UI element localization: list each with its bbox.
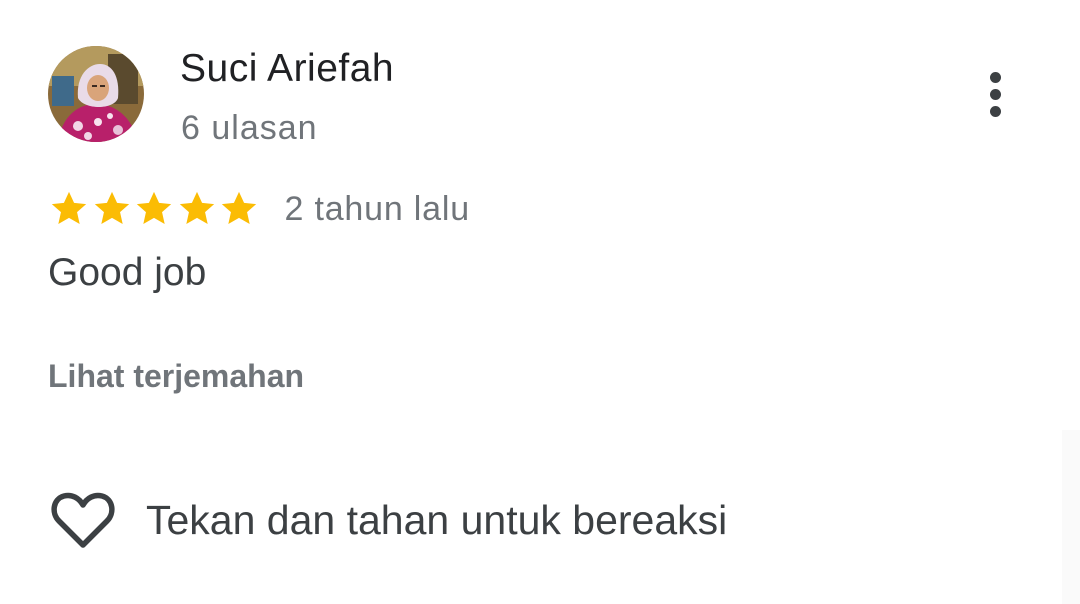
- author-name[interactable]: Suci Ariefah: [180, 46, 394, 92]
- review-text: Good job: [48, 251, 207, 294]
- rating-row: 2 tahun lalu: [48, 186, 470, 232]
- avatar-photo-icon: [48, 46, 144, 142]
- star-icon: [221, 191, 257, 225]
- author-avatar[interactable]: [48, 46, 144, 142]
- more-options-button[interactable]: [970, 66, 1022, 122]
- star-rating: [48, 188, 261, 230]
- star-icon: [94, 191, 129, 225]
- react-button[interactable]: Tekan dan tahan untuk bereaksi: [50, 488, 727, 552]
- react-label: Tekan dan tahan untuk bereaksi: [146, 497, 728, 543]
- review-card: Suci Ariefah 6 ulasan 2 tahun lalu Good …: [0, 0, 1080, 604]
- scroll-edge: [1062, 430, 1080, 604]
- translate-link[interactable]: Lihat terjemahan: [48, 356, 304, 396]
- star-icon: [179, 191, 214, 225]
- author-review-count: 6 ulasan: [181, 109, 318, 147]
- star-icon: [136, 191, 172, 225]
- star-icon: [51, 191, 87, 225]
- heart-outline-icon: [51, 492, 115, 548]
- review-time: 2 tahun lalu: [284, 190, 470, 228]
